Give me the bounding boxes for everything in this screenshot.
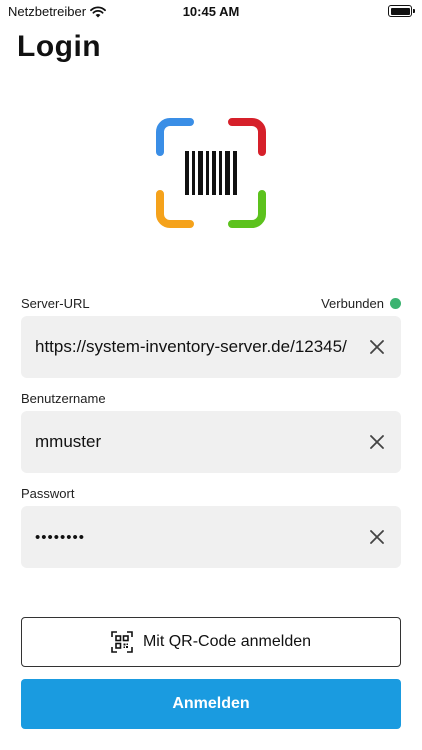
status-bar: Netzbetreiber 10:45 AM [0, 0, 422, 22]
connection-status-text: Verbunden [321, 296, 384, 311]
qr-login-button[interactable]: Mit QR-Code anmelden [21, 617, 401, 667]
connection-status: Verbunden [321, 296, 401, 311]
status-time: 10:45 AM [182, 4, 240, 19]
password-field: •••••••• [21, 506, 401, 568]
qr-login-label: Mit QR-Code anmelden [142, 633, 312, 650]
username-input[interactable]: mmuster [35, 411, 365, 473]
server-url-field: https://system-inventory-server.de/12345… [21, 316, 401, 378]
clear-password-icon[interactable] [367, 527, 387, 547]
username-field: mmuster [21, 411, 401, 473]
login-button[interactable]: Anmelden [21, 679, 401, 729]
username-label: Benutzername [21, 391, 106, 406]
server-url-input[interactable]: https://system-inventory-server.de/12345… [35, 316, 365, 378]
qr-code-icon [111, 631, 133, 653]
clear-server-url-icon[interactable] [367, 337, 387, 357]
server-url-label: Server-URL [21, 296, 90, 311]
clear-username-icon[interactable] [367, 432, 387, 452]
connection-status-dot [390, 298, 401, 309]
battery-icon [388, 5, 415, 17]
password-input[interactable]: •••••••• [35, 506, 365, 568]
login-button-label: Anmelden [172, 695, 250, 712]
login-screen: Netzbetreiber 10:45 AM Login Server-URL … [0, 0, 422, 750]
battery-level [390, 7, 410, 15]
page-title: Login [17, 30, 102, 63]
barcode-scanner-logo-icon [156, 118, 266, 228]
password-label: Passwort [21, 486, 75, 501]
